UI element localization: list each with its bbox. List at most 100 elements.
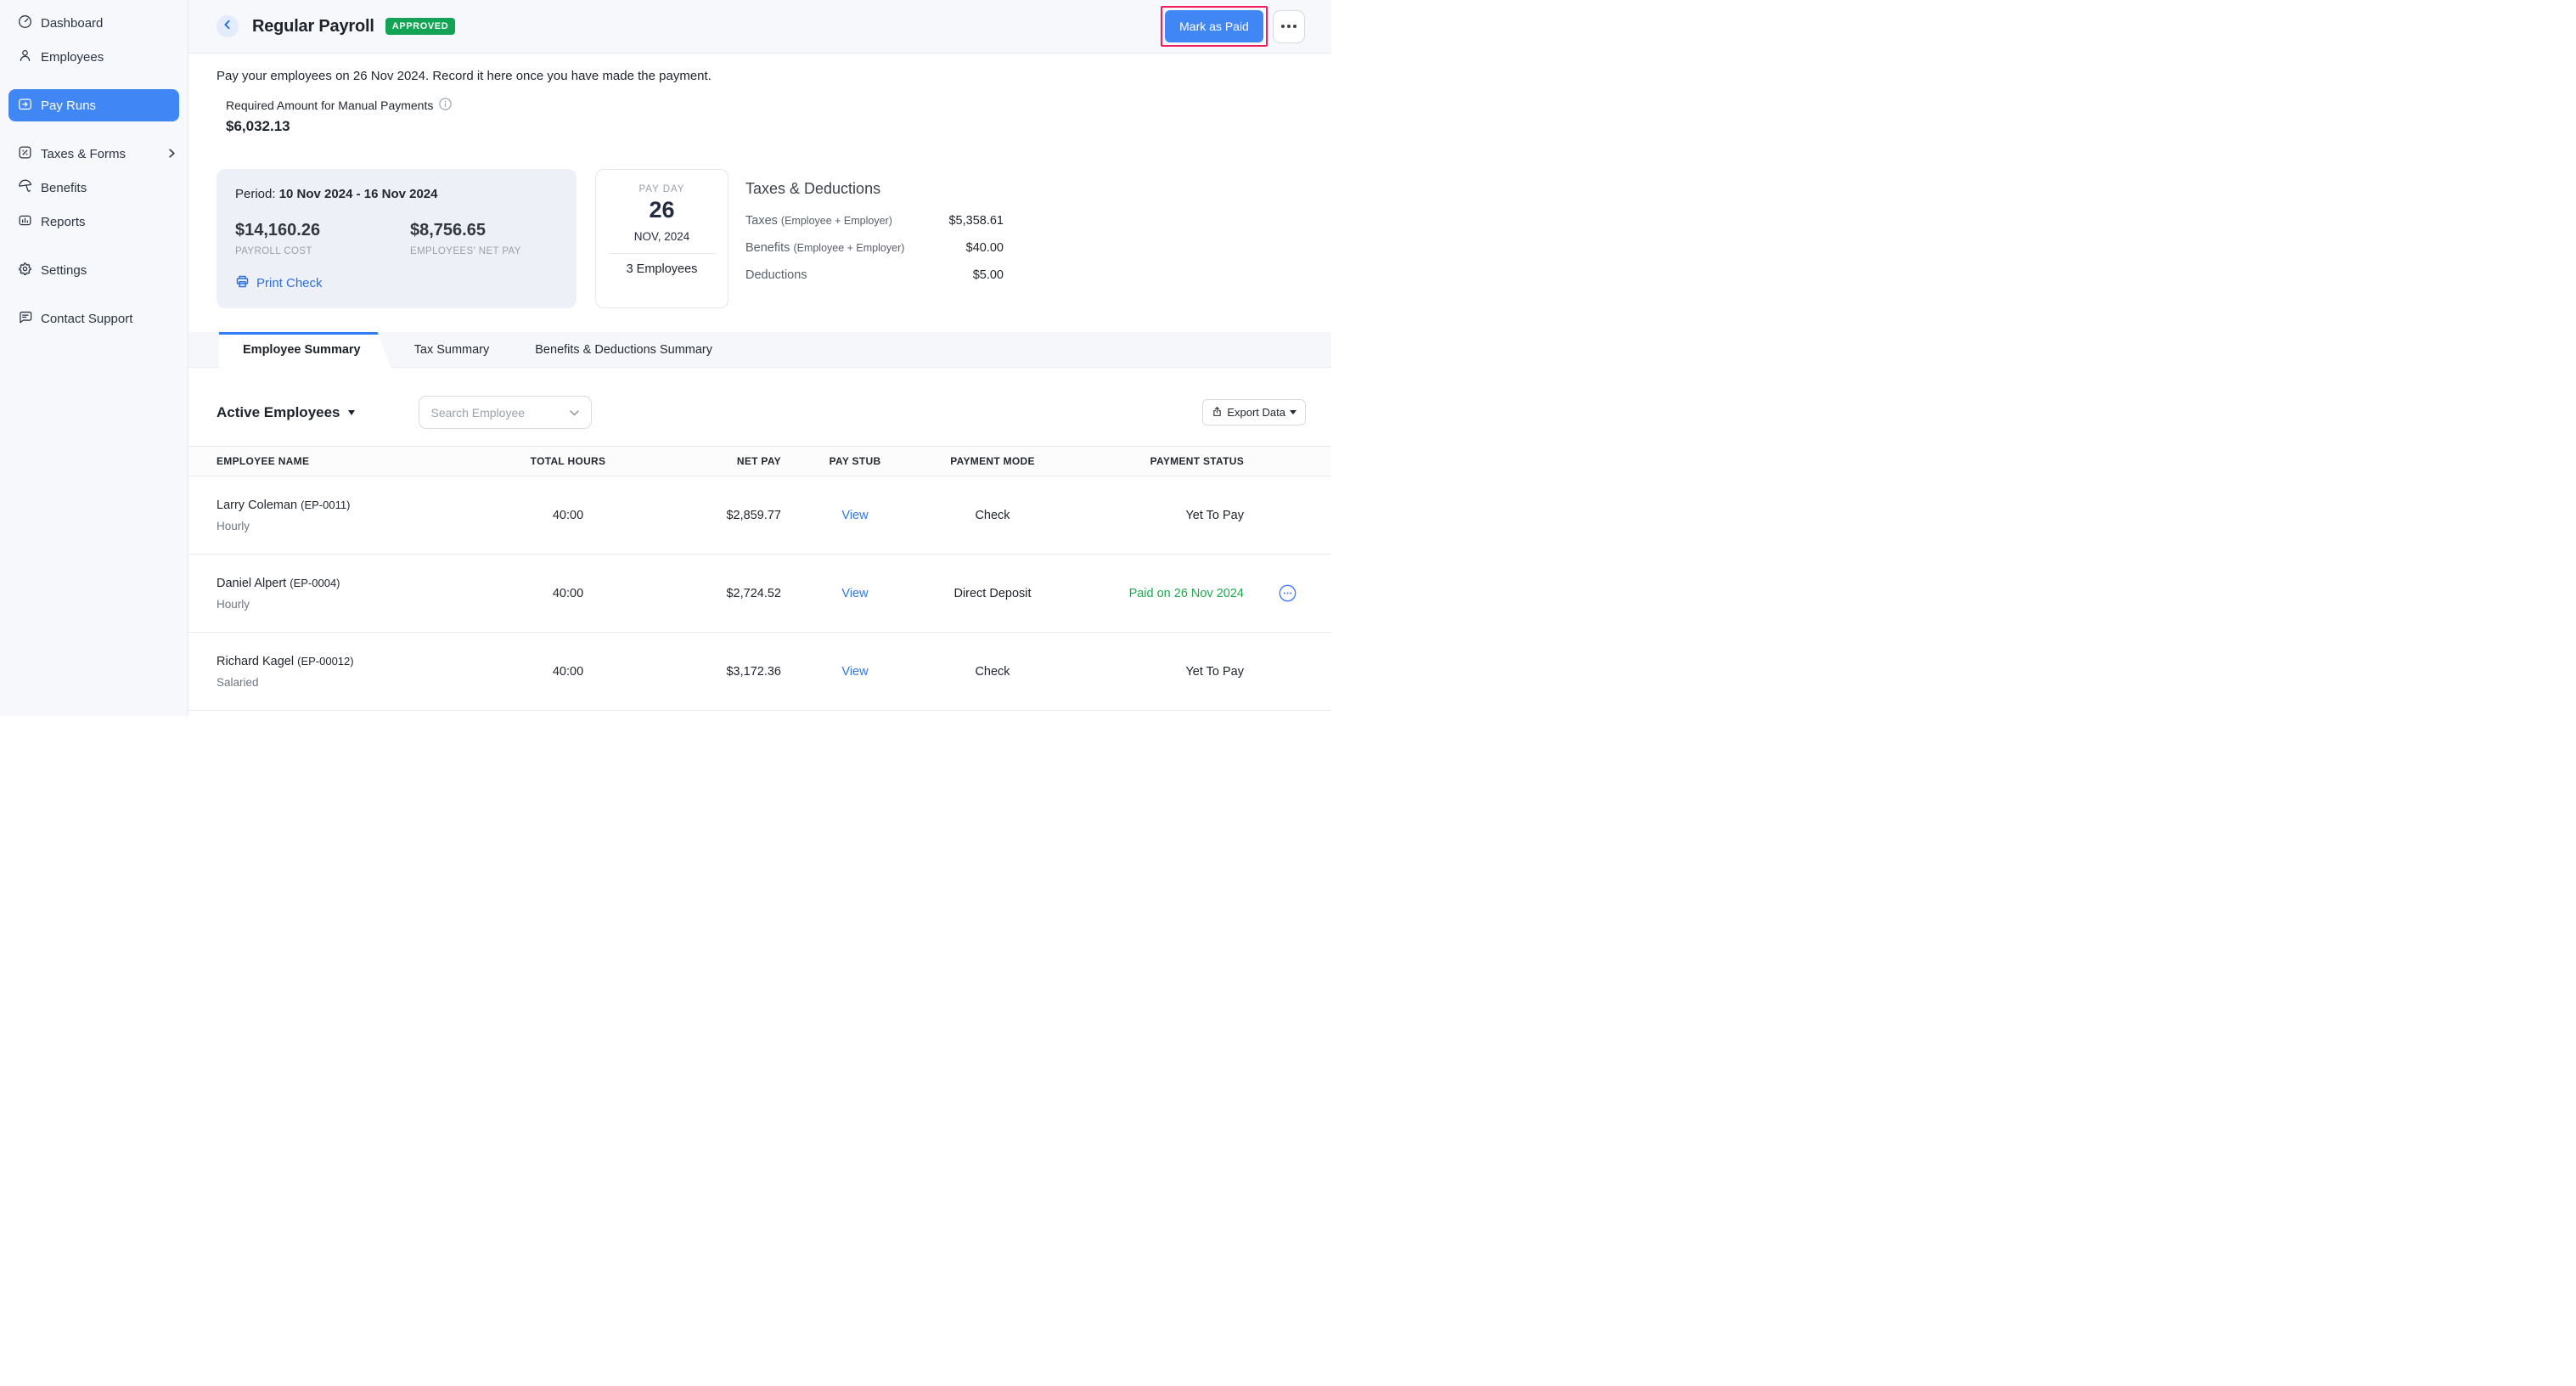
row-more-actions-button[interactable] — [1279, 584, 1296, 602]
sidebar-item-label: Employees — [41, 50, 104, 65]
tab-tax-summary[interactable]: Tax Summary — [391, 332, 513, 367]
printer-icon — [235, 274, 250, 292]
payment-status-cell: Yet To Pay — [1056, 509, 1244, 522]
column-header-payment-status: PAYMENT STATUS — [1056, 455, 1244, 467]
payment-status-cell: Yet To Pay — [1056, 665, 1244, 679]
sidebar-item-label: Benefits — [41, 181, 87, 195]
content-area: Pay your employees on 26 Nov 2024. Recor… — [188, 54, 1331, 716]
chat-bubble-icon — [17, 309, 33, 329]
period-value: 10 Nov 2024 - 16 Nov 2024 — [279, 187, 438, 201]
export-icon — [1212, 406, 1223, 420]
back-button[interactable] — [217, 15, 239, 37]
taxes-row: Taxes (Employee + Employer) $5,358.61 — [745, 214, 1004, 228]
info-icon[interactable] — [439, 98, 452, 113]
payment-mode-cell: Check — [929, 665, 1056, 679]
net-pay-value: $8,756.65 — [410, 221, 521, 240]
payroll-cost-label: PAYROLL COST — [235, 246, 410, 256]
required-amount-label: Required Amount for Manual Payments — [226, 99, 433, 112]
column-header-payment-mode: PAYMENT MODE — [929, 455, 1056, 467]
pay-stub-view-link[interactable]: View — [781, 665, 929, 679]
payment-status-cell: Paid on 26 Nov 2024 — [1056, 587, 1244, 600]
net-pay-cell: $2,724.52 — [665, 587, 781, 600]
deductions-row: Deductions $5.00 — [745, 268, 1004, 282]
taxes-deductions-title: Taxes & Deductions — [745, 180, 1004, 198]
pay-day-number: 26 — [596, 197, 728, 223]
tab-benefits-deductions-summary[interactable]: Benefits & Deductions Summary — [512, 332, 735, 367]
table-row: Daniel Alpert (EP-0004) Hourly 40:00 $2,… — [188, 555, 1331, 633]
sidebar-item-employees[interactable]: Employees — [0, 40, 188, 74]
employee-name-cell: Richard Kagel (EP-00012) Salaried — [217, 655, 471, 689]
employee-code: (EP-0011) — [301, 499, 350, 511]
period-card: Period: 10 Nov 2024 - 16 Nov 2024 $14,16… — [217, 169, 577, 308]
net-pay-cell: $2,859.77 — [665, 509, 781, 522]
employee-type: Hourly — [217, 520, 471, 532]
employee-name: Larry Coleman — [217, 499, 297, 512]
main-area: Regular Payroll APPROVED Mark as Paid Pa… — [188, 0, 1331, 716]
employee-name-cell: Larry Coleman (EP-0011) Hourly — [217, 499, 471, 532]
ellipsis-circle-icon — [1279, 591, 1296, 606]
table-row: Richard Kagel (EP-00012) Salaried 40:00 … — [188, 633, 1331, 711]
sidebar-item-pay-runs[interactable]: Pay Runs — [8, 89, 179, 121]
sidebar-item-label: Taxes & Forms — [41, 147, 126, 161]
caret-down-icon — [348, 410, 355, 415]
pay-stub-view-link[interactable]: View — [781, 509, 929, 522]
sidebar-item-settings[interactable]: Settings — [0, 253, 188, 287]
net-pay-block: $8,756.65 EMPLOYEES' NET PAY — [410, 221, 521, 256]
sidebar-item-benefits[interactable]: Benefits — [0, 171, 188, 205]
print-check-link[interactable]: Print Check — [235, 274, 323, 292]
payment-notice-text: Pay your employees on 26 Nov 2024. Recor… — [217, 69, 1306, 83]
chevron-left-icon — [222, 19, 233, 35]
employee-code: (EP-00012) — [297, 655, 353, 668]
employee-name: Richard Kagel — [217, 655, 294, 668]
page-header: Regular Payroll APPROVED Mark as Paid — [188, 0, 1331, 54]
sidebar-item-label: Contact Support — [41, 312, 132, 326]
benefits-row: Benefits (Employee + Employer) $40.00 — [745, 241, 1004, 255]
sidebar-item-label: Settings — [41, 263, 87, 278]
total-hours-cell: 40:00 — [471, 587, 665, 600]
taxes-sublabel: (Employee + Employer) — [781, 215, 892, 227]
required-amount-value: $6,032.13 — [226, 118, 1331, 135]
employee-type: Hourly — [217, 598, 471, 611]
net-pay-cell: $3,172.36 — [665, 665, 781, 679]
column-header-net-pay: NET PAY — [665, 455, 781, 467]
deductions-value: $5.00 — [973, 268, 1004, 282]
column-header-employee-name: EMPLOYEE NAME — [217, 455, 471, 467]
column-header-pay-stub: PAY STUB — [781, 455, 929, 467]
table-row: Larry Coleman (EP-0011) Hourly 40:00 $2,… — [188, 476, 1331, 555]
employee-name: Daniel Alpert — [217, 577, 286, 590]
sidebar-item-contact-support[interactable]: Contact Support — [0, 301, 188, 335]
more-actions-button[interactable] — [1273, 10, 1305, 43]
period-line: Period: 10 Nov 2024 - 16 Nov 2024 — [235, 187, 558, 201]
benefits-icon — [17, 178, 33, 198]
employee-filter-dropdown[interactable]: Active Employees — [217, 404, 355, 421]
search-employee-placeholder: Search Employee — [431, 406, 526, 420]
employee-name-cell: Daniel Alpert (EP-0004) Hourly — [217, 577, 471, 611]
benefits-value: $40.00 — [966, 241, 1004, 255]
sidebar-item-taxes-forms[interactable]: Taxes & Forms — [0, 137, 188, 171]
export-data-button[interactable]: Export Data — [1202, 399, 1306, 425]
page-title: Regular Payroll — [252, 17, 374, 37]
pay-day-label: PAY DAY — [596, 184, 728, 194]
print-check-label: Print Check — [256, 276, 323, 290]
table-header-row: EMPLOYEE NAME TOTAL HOURS NET PAY PAY ST… — [188, 446, 1331, 476]
pay-runs-icon — [17, 96, 33, 116]
chevron-right-icon — [168, 147, 176, 161]
period-label: Period: — [235, 187, 276, 201]
tab-employee-summary[interactable]: Employee Summary — [219, 332, 391, 368]
pay-stub-view-link[interactable]: View — [781, 587, 929, 600]
sidebar-item-dashboard[interactable]: Dashboard — [0, 6, 188, 40]
taxes-value: $5,358.61 — [948, 214, 1004, 228]
sidebar-item-reports[interactable]: Reports — [0, 205, 188, 239]
employees-icon — [17, 48, 33, 67]
payroll-cost-value: $14,160.26 — [235, 221, 410, 240]
payment-mode-cell: Direct Deposit — [929, 587, 1056, 600]
payment-mode-cell: Check — [929, 509, 1056, 522]
employee-code: (EP-0004) — [290, 577, 340, 589]
pay-day-divider — [609, 253, 715, 254]
search-employee-select[interactable]: Search Employee — [419, 396, 592, 429]
benefits-sublabel: (Employee + Employer) — [793, 242, 904, 254]
mark-as-paid-button[interactable]: Mark as Paid — [1165, 10, 1263, 42]
deductions-label: Deductions — [745, 268, 807, 282]
pay-day-card: PAY DAY 26 NOV, 2024 3 Employees — [595, 169, 728, 308]
table-controls: Active Employees Search Employee Export … — [217, 396, 1306, 429]
